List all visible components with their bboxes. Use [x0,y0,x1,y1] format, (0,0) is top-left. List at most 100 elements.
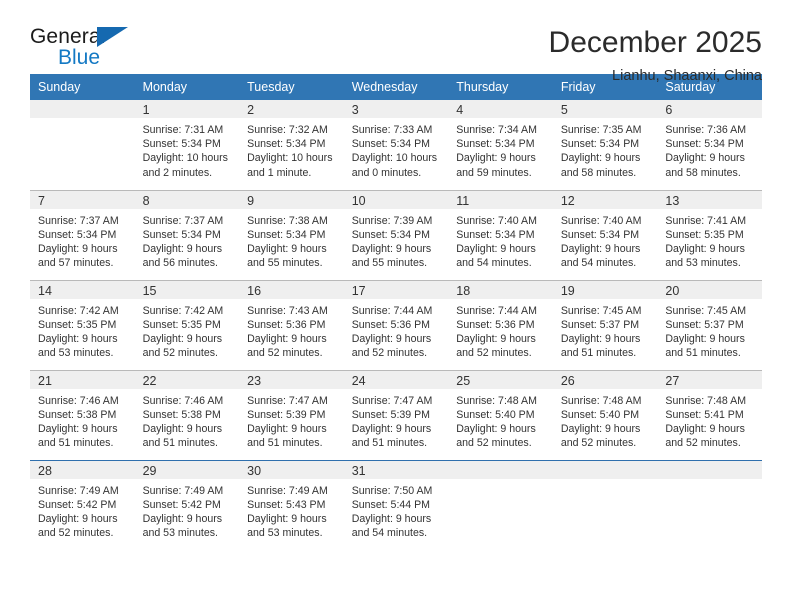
calendar-day-cell[interactable]: 1 Sunrise: 7:31 AM Sunset: 5:34 PM Daylight… [134,100,240,190]
day-sunrise-text: Sunrise: 7:31 AM [142,124,224,136]
calendar-day-cell[interactable]: 8 Sunrise: 7:37 AM Sunset: 5:34 PM Daylight… [134,189,240,280]
day-sunset-text: Sunset: 5:37 PM [560,318,640,331]
day-sunrise-text: Sunrise: 7:41 AM [665,214,747,227]
day-sunrise-text: Sunrise: 7:49 AM [142,484,224,497]
day-number: 25 [448,370,553,389]
calendar-day-cell[interactable]: 26 Sunrise: 7:48 AM Sunset: 5:40 PM Dayligh… [552,369,658,460]
day-sunrise-text: Sunrise: 7:32 AM [247,124,328,136]
day-daylight-line2-text: and 52 minutes. [38,527,114,540]
calendar-day-cell[interactable]: 31 Sunrise: 7:50 AM Sunset: 5:44 PM Dayligh… [343,459,449,550]
day-sunrise-text: Sunrise: 7:40 AM [560,214,642,227]
day-daylight-line1-text: Daylight: 9 hours [456,422,536,435]
day-daylight-line1-text: Daylight: 9 hours [38,512,118,525]
day-sunset-text: Sunset: 5:34 PM [247,138,326,151]
day-sun-info: Sunrise: 7:38 AM Sunset: 5:34 PM Daylight:… [239,209,344,271]
day-sunset-text: Sunset: 5:35 PM [142,318,221,331]
calendar-day-cell[interactable]: 12 Sunrise: 7:40 AM Sunset: 5:34 PM Dayligh… [552,189,658,280]
day-sun-info: Sunrise: 7:39 AM Sunset: 5:34 PM Daylight:… [344,209,449,271]
calendar-day-cell[interactable]: 19 Sunrise: 7:45 AM Sunset: 5:37 PM Dayligh… [552,279,658,370]
day-sunrise-text: Sunrise: 7:42 AM [38,304,119,317]
day-daylight-line1-text: Daylight: 9 hours [351,242,432,255]
day-number: 12 [552,190,658,209]
day-sunset-text: Sunset: 5:34 PM [142,228,221,241]
day-number: 5 [552,100,658,118]
calendar-day-cell[interactable]: 3 Sunrise: 7:33 AM Sunset: 5:34 PM Daylight… [343,100,449,190]
calendar-day-cell[interactable]: 16 Sunrise: 7:43 AM Sunset: 5:36 PM Dayligh… [239,279,344,370]
day-sunset-text: Sunset: 5:34 PM [560,228,640,241]
day-daylight-line2-text: and 52 minutes. [247,347,323,360]
day-sunset-text: Sunset: 5:34 PM [38,228,117,241]
day-number: 27 [657,370,762,389]
day-daylight-line2-text: and 59 minutes. [456,166,532,179]
logo-text-general: General [30,25,106,48]
day-sunrise-text: Sunrise: 7:48 AM [560,394,642,407]
calendar-day-cell[interactable]: 9 Sunrise: 7:38 AM Sunset: 5:34 PM Daylight… [239,189,344,280]
calendar-day-cell[interactable]: 5 Sunrise: 7:35 AM Sunset: 5:34 PM Daylight… [552,100,658,190]
day-daylight-line1-text: Daylight: 9 hours [247,332,327,345]
calendar-day-cell[interactable]: 28 Sunrise: 7:49 AM Sunset: 5:42 PM Dayligh… [30,459,135,550]
day-number: 6 [657,100,762,118]
calendar-week-row: 7 Sunrise: 7:37 AM Sunset: 5:34 PM Daylight… [30,189,762,280]
calendar-day-cell[interactable]: 20 Sunrise: 7:45 AM Sunset: 5:37 PM Dayligh… [657,279,762,370]
day-daylight-line1-text: Daylight: 9 hours [38,332,118,345]
day-daylight-line2-text: and 52 minutes. [456,437,532,450]
day-daylight-line2-text: and 52 minutes. [560,437,637,450]
day-sun-info: Sunrise: 7:40 AM Sunset: 5:34 PM Daylight:… [553,209,658,271]
day-sunrise-text: Sunrise: 7:35 AM [560,124,642,136]
day-sunrise-text: Sunrise: 7:37 AM [142,214,224,227]
calendar-day-cell[interactable]: 7 Sunrise: 7:37 AM Sunset: 5:34 PM Daylight… [30,189,135,280]
day-sun-info: Sunrise: 7:45 AM Sunset: 5:37 PM Daylight:… [657,299,762,361]
day-daylight-line1-text: Daylight: 9 hours [351,512,432,525]
day-number: 19 [552,280,658,299]
day-sun-info: Sunrise: 7:46 AM Sunset: 5:38 PM Daylight:… [135,389,240,451]
calendar-day-cell[interactable]: 14 Sunrise: 7:42 AM Sunset: 5:35 PM Dayligh… [30,279,135,370]
calendar-day-cell[interactable]: 22 Sunrise: 7:46 AM Sunset: 5:38 PM Dayligh… [134,369,240,460]
calendar-day-cell[interactable]: 23 Sunrise: 7:47 AM Sunset: 5:39 PM Dayligh… [239,369,344,460]
calendar-day-cell[interactable]: 13 Sunrise: 7:41 AM Sunset: 5:35 PM Dayligh… [657,189,762,280]
calendar-day-cell[interactable]: 11 Sunrise: 7:40 AM Sunset: 5:34 PM Dayligh… [448,189,553,280]
calendar-day-cell[interactable]: 29 Sunrise: 7:49 AM Sunset: 5:42 PM Dayligh… [134,459,240,550]
general-blue-logo[interactable]: General Blue [30,26,150,74]
calendar-day-cell[interactable]: 25 Sunrise: 7:48 AM Sunset: 5:40 PM Dayligh… [448,369,553,460]
day-sunrise-text: Sunrise: 7:37 AM [38,214,119,227]
day-sun-info: Sunrise: 7:46 AM Sunset: 5:38 PM Daylight:… [30,389,135,451]
calendar-day-cell[interactable]: 4 Sunrise: 7:34 AM Sunset: 5:34 PM Daylight… [448,100,553,190]
day-sun-info: Sunrise: 7:36 AM Sunset: 5:34 PM Daylight:… [657,118,762,180]
calendar-day-cell[interactable]: 17 Sunrise: 7:44 AM Sunset: 5:36 PM Dayligh… [343,279,449,370]
day-number: 10 [343,190,449,209]
calendar-day-cell[interactable]: 2 Sunrise: 7:32 AM Sunset: 5:34 PM Daylight… [239,100,344,190]
calendar-day-cell[interactable]: 30 Sunrise: 7:49 AM Sunset: 5:43 PM Dayligh… [239,459,344,550]
calendar-day-cell[interactable]: 21 Sunrise: 7:46 AM Sunset: 5:38 PM Dayligh… [30,369,135,460]
day-daylight-line2-text: and 2 minutes. [142,166,213,179]
day-sunset-text: Sunset: 5:44 PM [351,498,431,511]
calendar-day-cell[interactable]: 6 Sunrise: 7:36 AM Sunset: 5:34 PM Daylight… [657,100,762,190]
weekday-header-thursday: Thursday [448,74,553,100]
calendar-table: Sunday Monday Tuesday Wednesday Thursday Frid… [30,74,762,550]
logo-text-blue: Blue [58,46,101,69]
day-sunrise-text: Sunrise: 7:45 AM [560,304,642,317]
day-number: 31 [343,460,449,479]
calendar-day-cell[interactable]: 18 Sunrise: 7:44 AM Sunset: 5:36 PM Dayligh… [448,279,553,370]
day-sunset-text: Sunset: 5:36 PM [351,318,431,331]
day-daylight-line1-text: Daylight: 9 hours [38,422,118,435]
calendar-day-cell[interactable]: 15 Sunrise: 7:42 AM Sunset: 5:35 PM Dayligh… [134,279,240,370]
day-sunrise-text: Sunrise: 7:39 AM [351,214,433,227]
day-sun-info: Sunrise: 7:48 AM Sunset: 5:40 PM Daylight:… [448,389,553,451]
calendar-day-cell[interactable]: 10 Sunrise: 7:39 AM Sunset: 5:34 PM Dayligh… [343,189,449,280]
calendar-week-row: 1 Sunrise: 7:31 AM Sunset: 5:34 PM Daylight… [30,100,762,190]
calendar-day-cell[interactable]: 27 Sunrise: 7:48 AM Sunset: 5:41 PM Dayligh… [657,369,762,460]
day-number: 9 [239,190,344,209]
day-daylight-line2-text: and 54 minutes. [560,257,637,270]
day-daylight-line2-text: and 51 minutes. [142,437,218,450]
day-sun-info: Sunrise: 7:35 AM Sunset: 5:34 PM Daylight:… [553,118,658,180]
day-daylight-line1-text: Daylight: 9 hours [665,242,745,255]
day-daylight-line2-text: and 51 minutes. [665,347,741,360]
day-daylight-line1-text: Daylight: 9 hours [351,332,432,345]
day-number: 3 [343,100,449,118]
day-daylight-line2-text: and 57 minutes. [38,257,114,270]
calendar-day-cell[interactable]: 24 Sunrise: 7:47 AM Sunset: 5:39 PM Dayligh… [343,369,449,460]
day-daylight-line1-text: Daylight: 10 hours [351,152,438,165]
day-number: 23 [239,370,344,389]
day-sunset-text: Sunset: 5:42 PM [38,498,117,511]
day-sunrise-text: Sunrise: 7:44 AM [351,304,433,317]
